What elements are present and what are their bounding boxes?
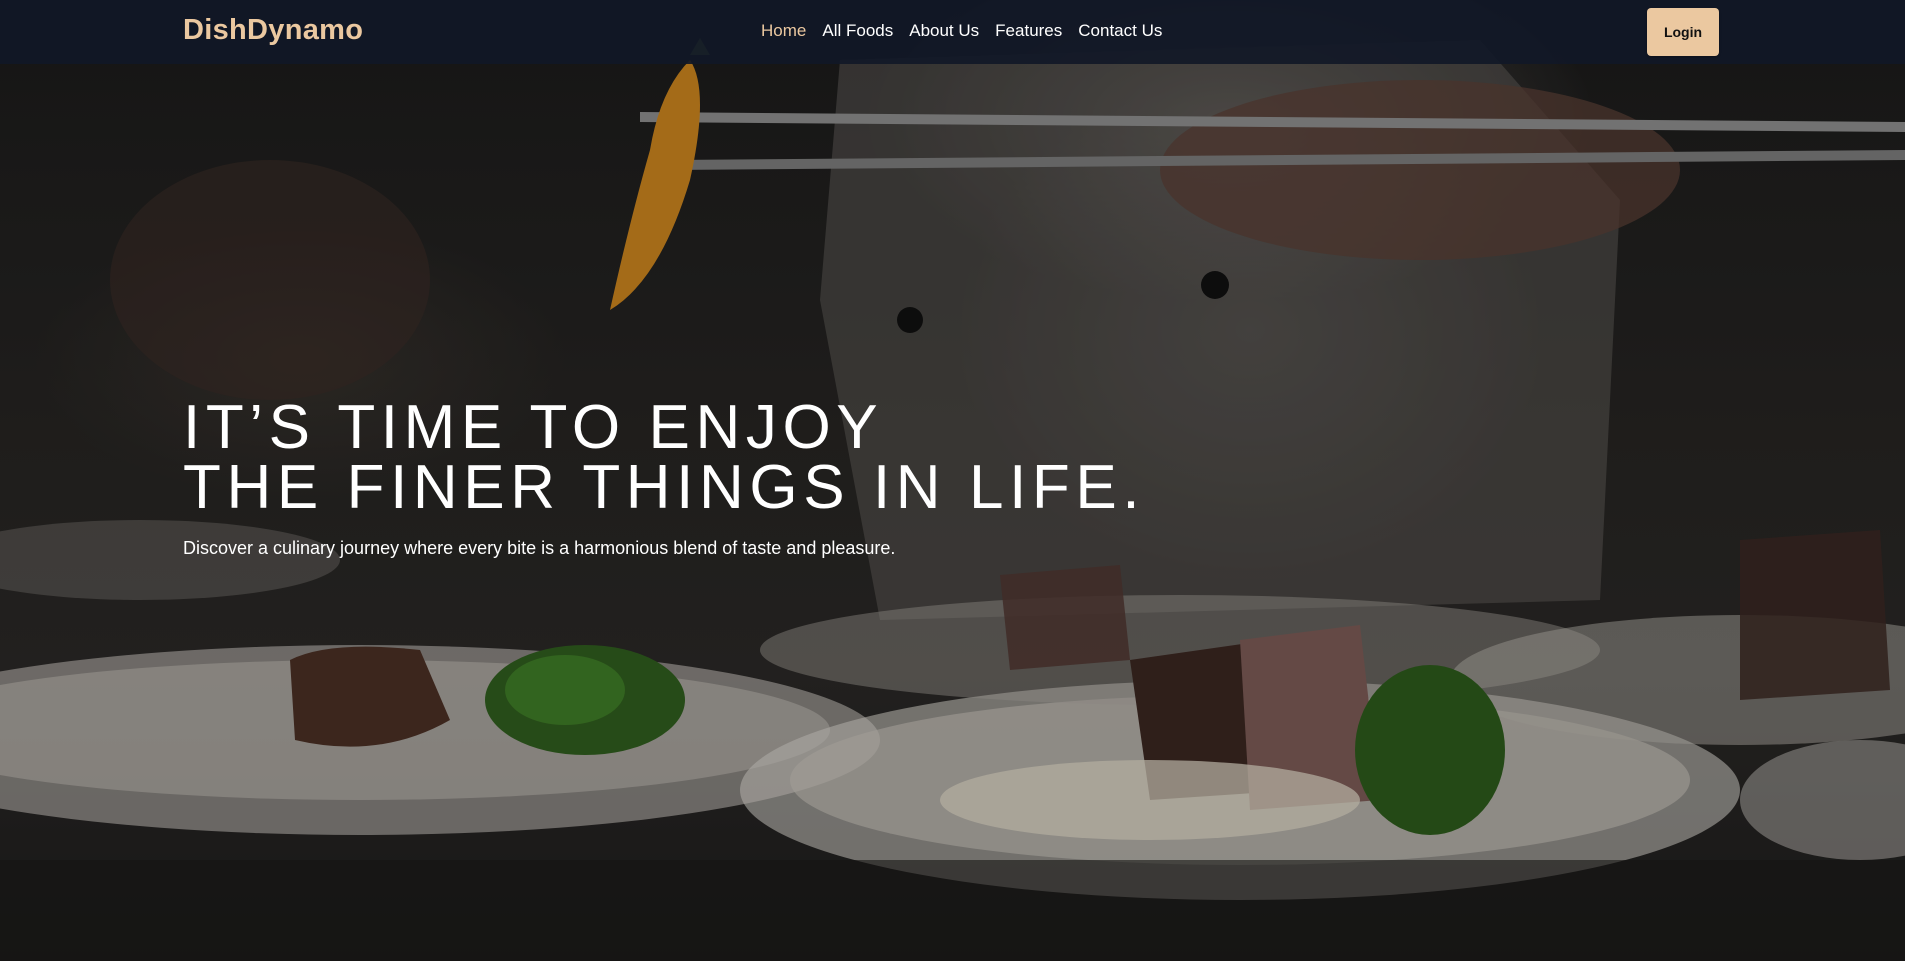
hero-section: IT’S TIME TO ENJOY THE FINER THINGS IN L…	[0, 0, 1905, 961]
nav-link-home[interactable]: Home	[761, 21, 806, 41]
nav-link-features[interactable]: Features	[995, 21, 1062, 41]
hero-headline-line-2: THE FINER THINGS IN LIFE.	[183, 453, 1146, 522]
login-button[interactable]: Login	[1647, 8, 1719, 56]
nav-link-about-us[interactable]: About Us	[909, 21, 979, 41]
hero-headline: IT’S TIME TO ENJOY THE FINER THINGS IN L…	[183, 393, 1146, 522]
nav-links: Home All Foods About Us Features Contact…	[761, 21, 1162, 41]
brand-logo[interactable]: DishDynamo	[183, 14, 363, 47]
top-navbar: DishDynamo Home All Foods About Us Featu…	[0, 0, 1905, 64]
hero-subtitle: Discover a culinary journey where every …	[183, 538, 896, 558]
nav-link-contact-us[interactable]: Contact Us	[1078, 21, 1162, 41]
hero-headline-line-1: IT’S TIME TO ENJOY	[183, 393, 884, 462]
nav-link-all-foods[interactable]: All Foods	[822, 21, 893, 41]
